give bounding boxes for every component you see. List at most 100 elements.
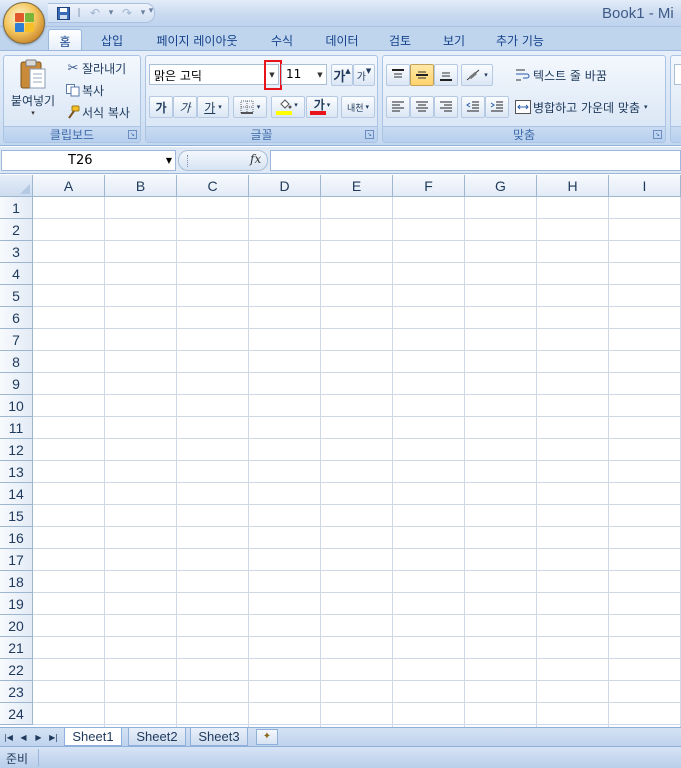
tab-page-layout[interactable]: 페이지 레이아웃 (148, 29, 246, 51)
row-header[interactable]: 19 (0, 593, 33, 615)
row-header[interactable]: 1 (0, 197, 33, 219)
align-right-button[interactable] (434, 96, 458, 118)
prev-sheet-icon[interactable]: ◀ (17, 730, 30, 744)
fill-color-button[interactable]: ▾ (271, 96, 305, 118)
row-header[interactable]: 10 (0, 395, 33, 417)
tab-insert[interactable]: 삽입 (92, 29, 132, 51)
row-header[interactable]: 16 (0, 527, 33, 549)
undo-icon[interactable]: ↶ (86, 5, 104, 21)
grow-font-button[interactable]: 가 ▲ (331, 64, 353, 86)
column-header[interactable]: D (249, 175, 321, 197)
row-header[interactable]: 9 (0, 373, 33, 395)
column-header[interactable]: I (609, 175, 681, 197)
row-header[interactable]: 2 (0, 219, 33, 241)
bold-label: 가 (155, 100, 167, 115)
row-header[interactable]: 21 (0, 637, 33, 659)
font-group-label: 글꼴 (146, 126, 377, 142)
wrap-text-button[interactable]: 텍스트 줄 바꿈 (513, 66, 607, 84)
align-center-button[interactable] (410, 96, 434, 118)
redo-icon[interactable]: ↷ (118, 5, 136, 21)
phonetic-guide-button[interactable]: 내천 ▾ (341, 96, 375, 118)
row-header[interactable]: 24 (0, 703, 33, 725)
column-header[interactable]: H (537, 175, 609, 197)
row-header[interactable]: 11 (0, 417, 33, 439)
name-box-dropdown-icon[interactable]: ▼ (166, 151, 172, 170)
alignment-dialog-launcher-icon[interactable]: ↘ (653, 130, 662, 139)
number-format-combo[interactable] (674, 64, 681, 85)
row-header[interactable]: 17 (0, 549, 33, 571)
row-header[interactable]: 18 (0, 571, 33, 593)
sheet-tab-2[interactable]: Sheet2 (128, 728, 186, 746)
save-icon[interactable] (54, 5, 72, 21)
insert-function-button[interactable]: fx (250, 152, 261, 166)
row-header[interactable]: 8 (0, 351, 33, 373)
clipboard-dialog-launcher-icon[interactable]: ↘ (128, 130, 137, 139)
merge-center-button[interactable]: 병합하고 가운데 맞춤 ▾ (513, 98, 648, 116)
paste-button[interactable]: 붙여넣기 ▾ (7, 59, 59, 123)
sheet-tab-3[interactable]: Sheet3 (190, 728, 248, 746)
tab-add-ins[interactable]: 추가 기능 (488, 29, 552, 51)
row-header[interactable]: 15 (0, 505, 33, 527)
row-header[interactable]: 23 (0, 681, 33, 703)
font-color-button[interactable]: 가 ▾ (306, 96, 338, 118)
italic-button[interactable]: 가 (173, 96, 197, 118)
column-header[interactable]: A (33, 175, 105, 197)
office-button[interactable] (3, 2, 45, 44)
tab-review[interactable]: 검토 (382, 29, 418, 51)
row-header[interactable]: 7 (0, 329, 33, 351)
paste-icon (18, 59, 48, 91)
row-header[interactable]: 13 (0, 461, 33, 483)
bottom-align-button[interactable] (434, 64, 458, 86)
align-left-button[interactable] (386, 96, 410, 118)
format-painter-button[interactable]: 서식 복사 (64, 103, 130, 121)
select-all-button[interactable] (0, 175, 33, 197)
undo-dropdown-icon[interactable]: ▾ (106, 8, 116, 18)
formula-input[interactable] (270, 150, 681, 171)
fill-color-swatch (276, 111, 292, 115)
row-header[interactable]: 22 (0, 659, 33, 681)
name-box[interactable]: T26 ▼ (1, 150, 176, 171)
bold-button[interactable]: 가 (149, 96, 173, 118)
borders-button[interactable]: ▾ (233, 96, 267, 118)
last-sheet-icon[interactable]: ▶| (47, 730, 60, 744)
font-color-dropdown-icon: ▾ (326, 101, 331, 109)
underline-button[interactable]: 가 ▾ (197, 96, 229, 118)
insert-sheet-icon[interactable]: ✦ (256, 729, 278, 745)
font-name-combo[interactable]: 맑은 고딕 ▼ (149, 64, 279, 85)
middle-align-button[interactable] (410, 64, 434, 86)
row-header[interactable]: 6 (0, 307, 33, 329)
first-sheet-icon[interactable]: |◀ (2, 730, 15, 744)
tab-formulas[interactable]: 수식 (264, 29, 300, 51)
sheet-tab-1[interactable]: Sheet1 (64, 728, 122, 746)
row-header[interactable]: 20 (0, 615, 33, 637)
column-header[interactable]: G (465, 175, 537, 197)
orientation-button[interactable]: ▾ (461, 64, 493, 86)
shrink-font-button[interactable]: 가 ▼ (353, 64, 375, 86)
row-header[interactable]: 12 (0, 439, 33, 461)
column-header[interactable]: F (393, 175, 465, 197)
font-size-dropdown-icon[interactable]: ▼ (314, 65, 326, 84)
title-bar: | ↶ ▾ ↷ ▾ ▾ Book1 - Mi (0, 0, 681, 27)
splitter-grip-icon[interactable] (187, 155, 193, 167)
cut-button[interactable]: ✂ 잘라내기 (64, 59, 127, 77)
column-header[interactable]: C (177, 175, 249, 197)
tab-view[interactable]: 보기 (436, 29, 472, 51)
font-size-combo[interactable]: 11 ▼ (281, 64, 327, 85)
tab-home[interactable]: 홈 (48, 29, 82, 52)
row-header[interactable]: 4 (0, 263, 33, 285)
copy-button[interactable]: 복사 (64, 81, 104, 99)
customize-qat-icon[interactable]: ▾ (146, 6, 156, 16)
decrease-indent-button[interactable] (461, 96, 485, 118)
column-header[interactable]: B (105, 175, 177, 197)
font-dialog-launcher-icon[interactable]: ↘ (365, 130, 374, 139)
next-sheet-icon[interactable]: ▶ (32, 730, 45, 744)
row-header[interactable]: 14 (0, 483, 33, 505)
cell-area[interactable] (33, 197, 681, 727)
tab-data[interactable]: 데이터 (318, 29, 366, 51)
clipboard-group: 붙여넣기 ▾ ✂ 잘라내기 복사 서식 복사 클립보드 ↘ (3, 55, 141, 143)
row-header[interactable]: 5 (0, 285, 33, 307)
row-header[interactable]: 3 (0, 241, 33, 263)
column-header[interactable]: E (321, 175, 393, 197)
top-align-button[interactable] (386, 64, 410, 86)
increase-indent-button[interactable] (485, 96, 509, 118)
